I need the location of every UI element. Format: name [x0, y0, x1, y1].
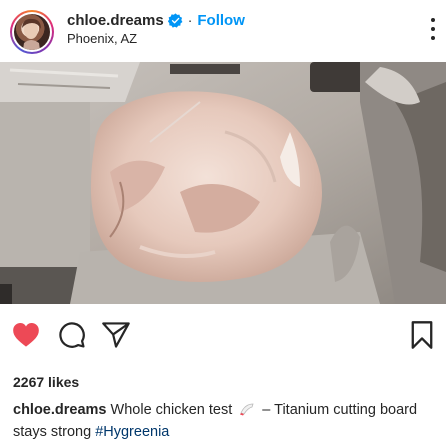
avatar-border	[12, 12, 52, 52]
user-line: chloe.dreams · Follow	[67, 10, 245, 30]
chicken-photo-illustration	[0, 62, 446, 304]
share-icon	[102, 322, 130, 348]
comment-icon	[59, 322, 85, 348]
follow-button[interactable]: Follow	[197, 12, 245, 29]
caption: chloe.dreams Whole chicken test – Titani…	[13, 399, 433, 443]
post-header: chloe.dreams · Follow Phoenix, AZ	[0, 0, 446, 62]
knife-emoji-icon	[239, 401, 255, 416]
comment-button[interactable]	[58, 321, 86, 354]
save-button[interactable]	[410, 320, 434, 355]
share-button[interactable]	[101, 321, 131, 354]
like-button[interactable]	[12, 322, 40, 353]
post-image[interactable]	[0, 62, 446, 304]
avatar[interactable]	[10, 10, 54, 54]
heart-icon	[13, 323, 39, 347]
more-dot	[431, 27, 435, 31]
separator-dot: ·	[187, 12, 193, 28]
username[interactable]: chloe.dreams	[67, 12, 164, 29]
verified-badge-icon	[167, 12, 183, 28]
bookmark-icon	[411, 321, 433, 349]
avatar-image	[14, 14, 50, 50]
avatar-face-illustration	[22, 18, 41, 50]
action-bar	[0, 304, 446, 366]
caption-text-start: Whole chicken test	[110, 402, 233, 418]
caption-username[interactable]: chloe.dreams	[13, 402, 107, 418]
hashtag-link[interactable]: #Hygreenia	[95, 424, 169, 440]
more-options-icon[interactable]	[430, 18, 436, 40]
more-dot	[431, 36, 435, 40]
location-link[interactable]: Phoenix, AZ	[67, 31, 137, 46]
more-dot	[431, 18, 435, 22]
likes-count[interactable]: 2267 likes	[13, 374, 79, 390]
